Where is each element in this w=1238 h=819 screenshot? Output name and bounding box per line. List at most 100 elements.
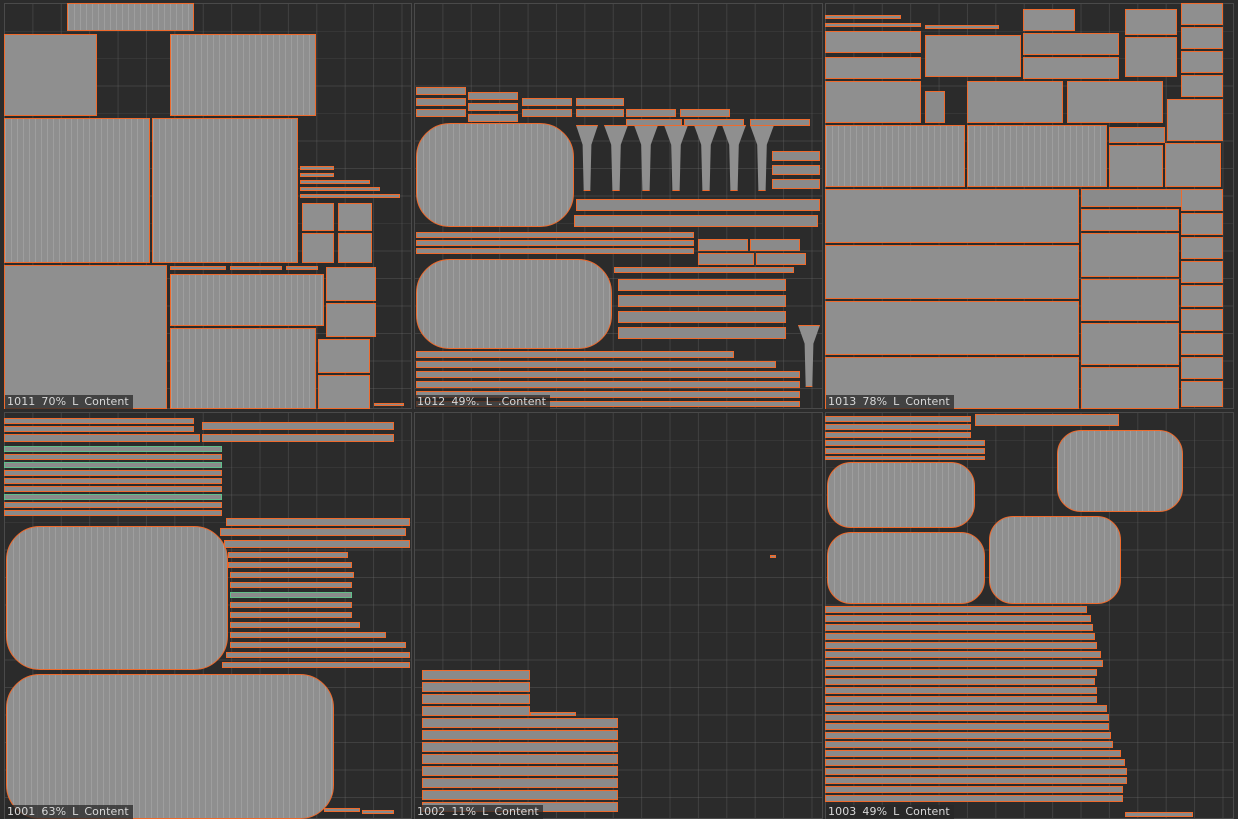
uv-strip[interactable] xyxy=(825,448,985,454)
uv-shell[interactable] xyxy=(1181,75,1223,97)
uv-strip[interactable] xyxy=(4,426,194,432)
uv-shell[interactable] xyxy=(326,303,376,337)
uv-shell[interactable] xyxy=(318,339,370,373)
uv-strip[interactable] xyxy=(750,239,800,251)
uv-strip[interactable] xyxy=(825,768,1127,775)
uv-strip[interactable] xyxy=(825,714,1109,721)
udim-tile-1012[interactable]: 1012 49%. L .Content xyxy=(414,3,823,409)
uv-strip[interactable] xyxy=(202,422,394,430)
uv-strip[interactable] xyxy=(750,119,810,126)
udim-tile-1011[interactable]: 1011 70% L Content xyxy=(4,3,412,409)
uv-strip[interactable] xyxy=(230,592,352,598)
uv-shell[interactable] xyxy=(576,125,598,191)
uv-shell[interactable] xyxy=(1081,209,1179,231)
uv-shell[interactable] xyxy=(152,118,298,263)
uv-strip[interactable] xyxy=(825,705,1107,712)
uv-strip[interactable] xyxy=(825,750,1121,757)
uv-strip[interactable] xyxy=(226,652,410,658)
uv-strip[interactable] xyxy=(422,790,618,800)
uv-shell[interactable] xyxy=(326,267,376,301)
uv-strip[interactable] xyxy=(230,266,282,270)
uv-strip[interactable] xyxy=(576,98,624,106)
uv-strip[interactable] xyxy=(422,730,618,740)
uv-strip[interactable] xyxy=(925,25,999,29)
uv-shell[interactable] xyxy=(825,81,921,123)
uv-strip[interactable] xyxy=(530,712,576,716)
uv-strip[interactable] xyxy=(925,91,945,123)
uv-strip[interactable] xyxy=(772,179,820,189)
uv-shell[interactable] xyxy=(1167,99,1223,141)
uv-strip[interactable] xyxy=(825,23,921,27)
uv-shell[interactable] xyxy=(170,34,316,116)
uv-shell[interactable] xyxy=(825,31,921,53)
uv-shell[interactable] xyxy=(1081,279,1179,321)
uv-shell[interactable] xyxy=(6,674,334,819)
uv-strip[interactable] xyxy=(698,253,754,265)
uv-strip[interactable] xyxy=(4,486,222,492)
uv-shell[interactable] xyxy=(338,233,372,263)
uv-strip[interactable] xyxy=(416,109,466,117)
uv-strip[interactable] xyxy=(422,766,618,776)
uv-strip[interactable] xyxy=(825,786,1123,793)
uv-shell[interactable] xyxy=(1081,367,1179,409)
uv-strip[interactable] xyxy=(224,540,410,548)
uv-strip[interactable] xyxy=(576,109,624,117)
uv-strip[interactable] xyxy=(230,632,386,638)
uv-strip[interactable] xyxy=(684,119,744,126)
uv-strip[interactable] xyxy=(230,612,352,618)
uv-strip[interactable] xyxy=(698,239,748,251)
uv-strip[interactable] xyxy=(825,642,1097,649)
uv-shell[interactable] xyxy=(1023,57,1119,79)
uv-shell[interactable] xyxy=(827,532,985,604)
uv-shell[interactable] xyxy=(416,259,612,349)
uv-strip[interactable] xyxy=(825,687,1097,694)
uv-shell[interactable] xyxy=(1181,333,1223,355)
uv-strip[interactable] xyxy=(416,232,694,238)
uv-shell[interactable] xyxy=(1181,237,1223,259)
uv-strip[interactable] xyxy=(825,795,1123,802)
uv-strip[interactable] xyxy=(576,199,820,211)
uv-shell[interactable] xyxy=(1181,357,1223,379)
uv-strip[interactable] xyxy=(618,295,786,307)
uv-shell[interactable] xyxy=(825,245,1079,299)
uv-strip[interactable] xyxy=(825,759,1125,766)
uv-strip[interactable] xyxy=(222,662,410,668)
uv-shell[interactable] xyxy=(825,189,1079,243)
uv-strip[interactable] xyxy=(825,606,1087,613)
uv-strip[interactable] xyxy=(468,114,518,122)
uv-strip[interactable] xyxy=(1081,189,1197,207)
uv-strip[interactable] xyxy=(374,403,404,406)
uv-strip[interactable] xyxy=(4,454,222,460)
uv-strip[interactable] xyxy=(230,642,406,648)
uv-shell[interactable] xyxy=(1181,285,1223,307)
uv-shell[interactable] xyxy=(967,125,1107,187)
uv-strip[interactable] xyxy=(825,456,985,460)
uv-shell[interactable] xyxy=(1181,261,1223,283)
uv-shell[interactable] xyxy=(4,118,150,263)
uv-strip[interactable] xyxy=(4,418,194,424)
uv-strip[interactable] xyxy=(770,555,776,558)
uv-strip[interactable] xyxy=(825,651,1101,658)
uv-shell[interactable] xyxy=(989,516,1121,604)
uv-strip[interactable] xyxy=(522,109,572,117)
uv-shell[interactable] xyxy=(1081,323,1179,365)
uv-strip[interactable] xyxy=(468,103,518,111)
uv-strip[interactable] xyxy=(4,446,222,452)
uv-strip[interactable] xyxy=(422,682,530,692)
uv-strip[interactable] xyxy=(300,166,334,170)
uv-strip[interactable] xyxy=(756,253,806,265)
uv-shell[interactable] xyxy=(416,123,574,227)
uv-shell[interactable] xyxy=(967,81,1063,123)
uv-shell[interactable] xyxy=(338,203,372,231)
uv-strip[interactable] xyxy=(772,165,820,175)
uv-strip[interactable] xyxy=(286,266,318,270)
uv-strip[interactable] xyxy=(825,432,971,438)
uv-strip[interactable] xyxy=(825,777,1127,784)
uv-shell[interactable] xyxy=(1125,37,1177,77)
uv-strip[interactable] xyxy=(416,240,694,246)
uv-strip[interactable] xyxy=(4,470,222,476)
uv-shell[interactable] xyxy=(634,125,658,191)
uv-strip[interactable] xyxy=(618,311,786,323)
uv-shell[interactable] xyxy=(722,125,746,191)
uv-shell[interactable] xyxy=(302,203,334,231)
